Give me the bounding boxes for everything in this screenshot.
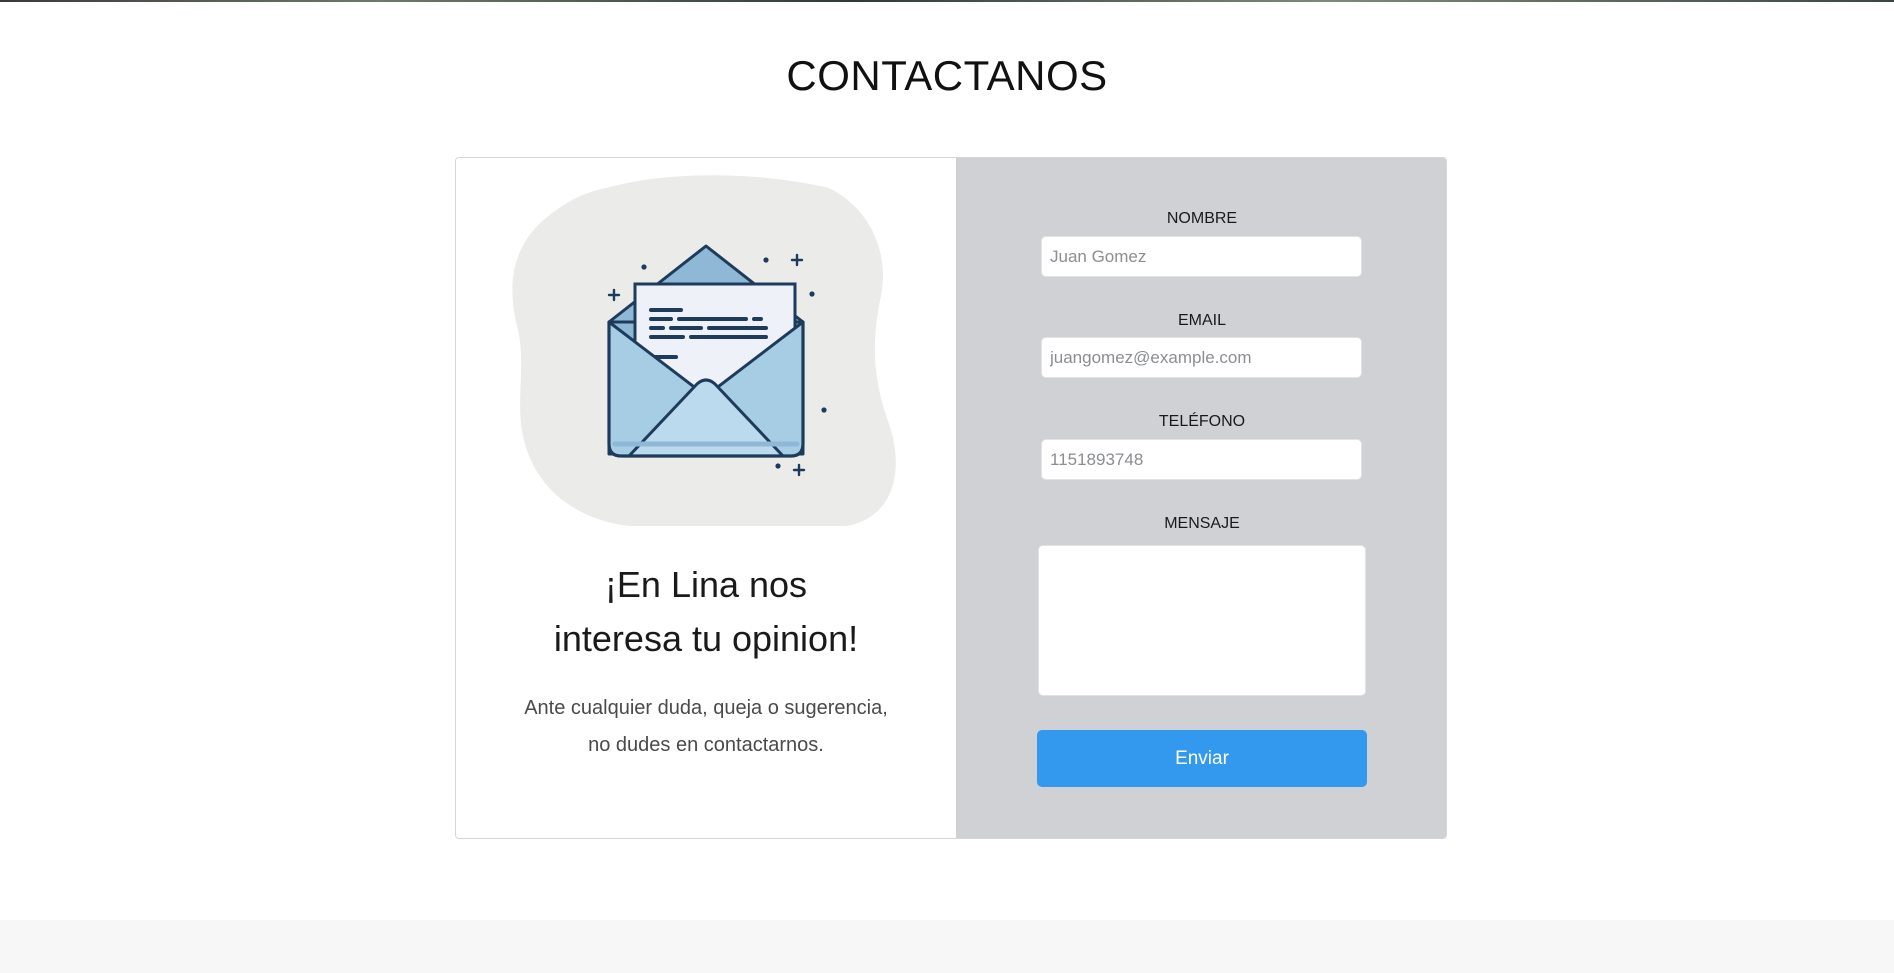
name-input[interactable]	[1041, 236, 1362, 277]
name-label: NOMBRE	[1166, 210, 1238, 227]
email-input[interactable]	[1041, 337, 1362, 378]
email-label: EMAIL	[1177, 312, 1226, 329]
message-textarea[interactable]	[1038, 545, 1366, 696]
message-label: MENSAJE	[1164, 515, 1240, 532]
footer-area	[0, 920, 1894, 973]
intro-heading-line: interesa tu opinion!	[553, 618, 859, 659]
phone-label: TELÉFONO	[1158, 413, 1246, 430]
open-envelope-with-letter-icon	[512, 175, 896, 526]
intro-text-line: no dudes en contactarnos.	[588, 734, 824, 756]
contact-card: ¡En Lina nos interesa tu opinion! Ante c…	[455, 157, 1447, 839]
intro-heading-line: ¡En Lina nos	[604, 564, 808, 605]
page-title: CONTACTANOS	[786, 52, 1108, 99]
contact-intro-panel: ¡En Lina nos interesa tu opinion! Ante c…	[456, 158, 956, 838]
top-image-edge	[0, 0, 1894, 2]
intro-heading: ¡En Lina nos interesa tu opinion!	[456, 558, 956, 666]
intro-text-line: Ante cualquier duda, queja o sugerencia,	[524, 697, 888, 719]
phone-input[interactable]	[1041, 439, 1362, 480]
submit-button[interactable]: Enviar	[1037, 730, 1367, 787]
intro-text: Ante cualquier duda, queja o sugerencia,…	[456, 690, 956, 764]
